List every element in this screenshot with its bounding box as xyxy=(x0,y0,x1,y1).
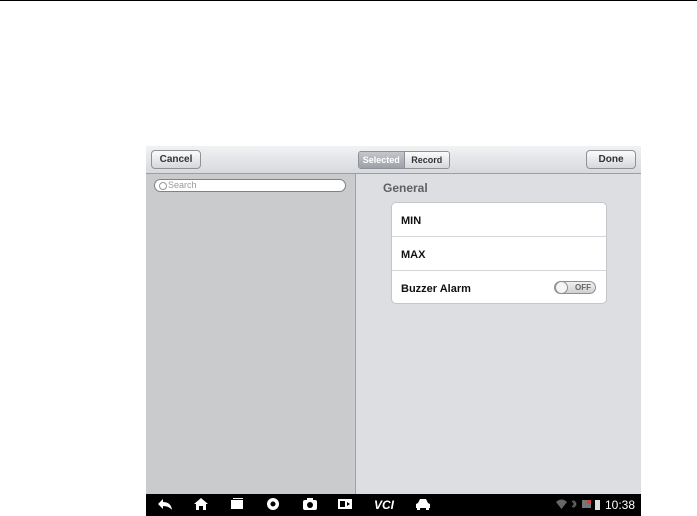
setting-row-buzzer-alarm: Buzzer Alarm OFF xyxy=(392,271,606,305)
search-icon xyxy=(159,182,167,190)
setting-row-min[interactable]: MIN xyxy=(392,203,606,237)
segmented-control: Selected Record xyxy=(358,151,450,169)
clock: 10:38 xyxy=(604,498,635,512)
cancel-button[interactable]: Cancel xyxy=(151,150,201,169)
buzzer-alarm-toggle[interactable]: OFF xyxy=(554,281,596,294)
camera-icon[interactable] xyxy=(301,497,319,513)
toggle-state: OFF xyxy=(575,283,591,292)
toolbar: Cancel Selected Record Done xyxy=(146,146,641,174)
battery-icon xyxy=(595,499,600,513)
settings-group: MIN MAX Buzzer Alarm OFF xyxy=(391,202,607,304)
device-screen: Cancel Selected Record Done Search Gener… xyxy=(146,146,641,516)
browser-icon[interactable] xyxy=(264,497,282,513)
setting-label: MAX xyxy=(401,249,426,261)
done-button[interactable]: Done xyxy=(586,150,636,169)
wifi-icon xyxy=(556,499,567,512)
vci-icon[interactable]: VCI xyxy=(372,497,396,513)
system-navbar: VCI 10:38 xyxy=(146,494,641,516)
toggle-knob xyxy=(555,281,568,294)
left-pane: Search xyxy=(146,174,356,494)
setting-row-max[interactable]: MAX xyxy=(392,237,606,271)
home-icon[interactable] xyxy=(192,497,210,513)
tab-record[interactable]: Record xyxy=(404,152,449,168)
recent-apps-icon[interactable] xyxy=(228,497,246,513)
right-pane: General MIN MAX Buzzer Alarm OFF xyxy=(356,174,641,494)
search-input[interactable]: Search xyxy=(154,179,346,192)
notification-icon xyxy=(582,499,591,512)
tab-selected[interactable]: Selected xyxy=(359,152,405,168)
back-icon[interactable] xyxy=(156,497,174,513)
setting-label: Buzzer Alarm xyxy=(401,283,471,295)
search-placeholder: Search xyxy=(168,180,197,190)
section-title: General xyxy=(383,181,428,195)
screen-record-icon[interactable] xyxy=(336,497,354,513)
setting-label: MIN xyxy=(401,215,422,227)
car-icon[interactable] xyxy=(414,497,432,513)
top-rule xyxy=(0,0,697,1)
bluetooth-icon xyxy=(571,499,577,512)
